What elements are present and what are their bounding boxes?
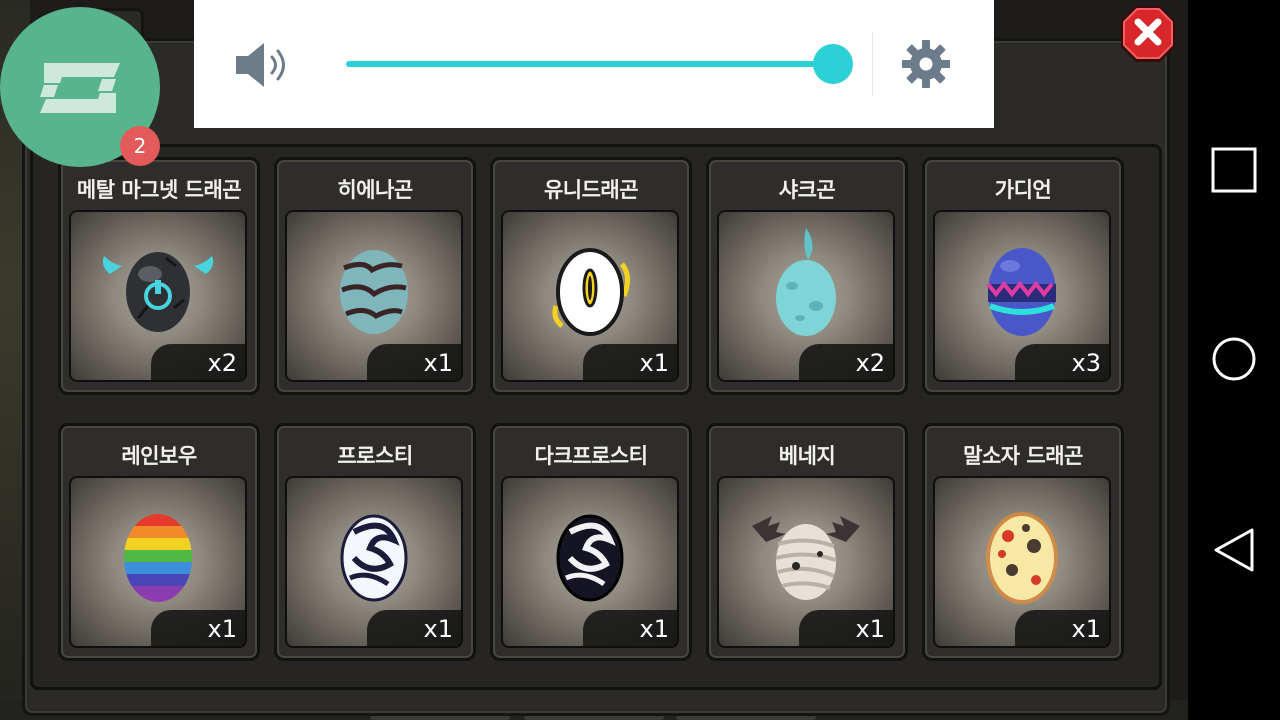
egg-slot[interactable]: 메탈 마그넷 드래곤 x2	[58, 157, 260, 395]
egg-image-frame: x1	[717, 476, 895, 648]
egg-name: 말소자 드래곤	[963, 444, 1083, 468]
speaker-volume-icon[interactable]	[234, 40, 294, 90]
egg-slot[interactable]: 말소자 드래곤 x1	[922, 423, 1124, 661]
egg-count-badge: x2	[799, 344, 893, 380]
egg-slot[interactable]: 유니드래곤 x1	[490, 157, 692, 395]
volume-divider	[872, 32, 873, 96]
triangle-back-icon[interactable]	[1208, 524, 1260, 576]
volume-slider-thumb[interactable]	[813, 44, 853, 84]
egg-name: 다크프로스티	[534, 444, 648, 468]
egg-name: 가디언	[994, 178, 1052, 202]
bracket-logo-icon	[40, 63, 120, 113]
egg-slot[interactable]: 프로스티 x1	[274, 423, 476, 661]
egg-name: 히에나곤	[337, 178, 413, 202]
egg-image-frame: x1	[933, 476, 1111, 648]
egg-slot[interactable]: 다크프로스티 x1	[490, 423, 692, 661]
android-nav-bar	[1188, 0, 1280, 720]
hyenagon-egg-icon	[340, 250, 408, 334]
egg-image-frame: x2	[717, 210, 895, 382]
notification-badge: 2	[120, 126, 160, 166]
egg-count-badge: x1	[151, 610, 245, 646]
egg-image-frame: x1	[501, 476, 679, 648]
close-button[interactable]	[1119, 4, 1177, 66]
malsoja-dragon-egg-icon	[986, 512, 1058, 604]
egg-image-frame: x2	[69, 210, 247, 382]
square-recents-icon[interactable]	[1208, 144, 1260, 196]
egg-count-badge: x1	[799, 610, 893, 646]
egg-image-frame: x1	[69, 476, 247, 648]
volume-slider-track[interactable]	[346, 61, 834, 67]
dark-frosty-egg-icon	[556, 514, 624, 602]
egg-count-badge: x3	[1015, 344, 1109, 380]
egg-image-frame: x1	[285, 476, 463, 648]
egg-count-badge: x1	[367, 610, 461, 646]
egg-image-frame: x1	[285, 210, 463, 382]
egg-slot[interactable]: 가디언 x3	[922, 157, 1124, 395]
egg-count-badge: x1	[583, 344, 677, 380]
egg-count-badge: x1	[1015, 610, 1109, 646]
uni-dragon-egg-icon	[552, 248, 630, 336]
egg-name: 메탈 마그넷 드래곤	[76, 178, 242, 202]
egg-slot[interactable]: 베네지 x1	[706, 423, 908, 661]
egg-count-badge: x2	[151, 344, 245, 380]
egg-name: 레인보우	[121, 444, 197, 468]
sharkgon-egg-icon	[776, 228, 836, 336]
egg-name: 샤크곤	[778, 178, 836, 202]
egg-slot[interactable]: 샤크곤 x2	[706, 157, 908, 395]
egg-slot[interactable]: 히에나곤 x1	[274, 157, 476, 395]
egg-slot[interactable]: 레인보우 x1	[58, 423, 260, 661]
benezi-egg-icon	[752, 516, 860, 600]
egg-count-badge: x1	[583, 610, 677, 646]
frosty-egg-icon	[340, 514, 408, 602]
close-x-icon	[1121, 6, 1175, 62]
circle-home-icon[interactable]	[1208, 333, 1260, 385]
egg-name: 유니드래곤	[543, 178, 639, 202]
egg-image-frame: x3	[933, 210, 1111, 382]
egg-name: 프로스티	[337, 444, 413, 468]
rainbow-egg-icon	[124, 514, 192, 602]
metal-magnet-dragon-egg-icon	[102, 252, 214, 332]
egg-count-badge: x1	[367, 344, 461, 380]
gear-icon[interactable]	[900, 38, 952, 90]
egg-name: 베네지	[778, 444, 836, 468]
guardian-egg-icon	[986, 248, 1056, 336]
volume-panel	[194, 0, 994, 128]
egg-image-frame: x1	[501, 210, 679, 382]
